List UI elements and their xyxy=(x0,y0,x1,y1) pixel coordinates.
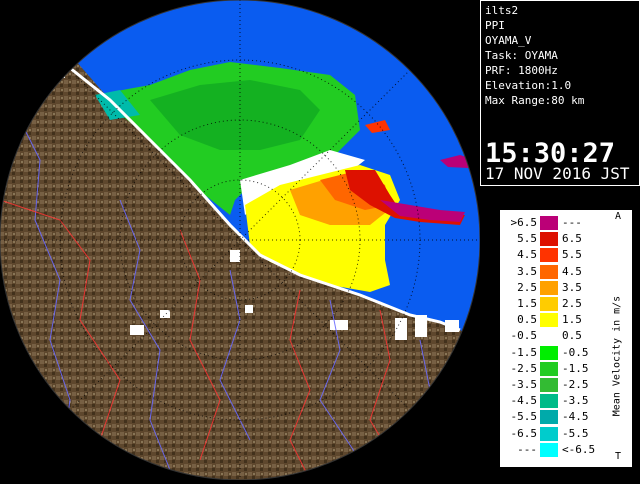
legend-low-value: >6.5 xyxy=(510,216,538,229)
legend-color-swatch xyxy=(540,361,558,376)
legend-color-swatch xyxy=(540,232,558,247)
legend-row: -0.5 0.5 xyxy=(501,328,614,344)
legend-high-value: 5.5 xyxy=(562,248,582,262)
legend-high-value: -1.5 xyxy=(562,361,589,375)
velocity-legend: A Mean Velocity in m/s T >6.5 --- 5.5 6.5 4.… xyxy=(500,210,632,467)
legend-low-value: 3.5 xyxy=(517,264,537,278)
prf-label: PRF: 1800Hz xyxy=(485,64,558,77)
legend-color-swatch xyxy=(540,280,558,295)
legend-low-value: -3.5 xyxy=(510,378,538,391)
legend-color-swatch xyxy=(540,248,558,263)
legend-row: -2.5 -1.5 xyxy=(501,361,614,377)
legend-high-value: <-6.5 xyxy=(562,442,596,456)
legend-color-swatch xyxy=(540,216,558,230)
legend-low-value: -2.5 xyxy=(510,361,538,375)
legend-low-value: 0.5 xyxy=(517,313,537,327)
legend-row: -6.5 -5.5 xyxy=(501,426,614,442)
legend-low-value: -0.5 xyxy=(510,329,538,343)
legend-row: -5.5 -4.5 xyxy=(501,409,614,425)
legend-high-value: -0.5 xyxy=(562,345,589,359)
legend-row: 0.5 1.5 xyxy=(501,312,614,328)
radar-info-box: ilts2 PPI OYAMA_V Task: OYAMA PRF: 1800H… xyxy=(480,0,640,186)
legend-row: -1.5 -0.5 xyxy=(501,345,614,361)
legend-top-mark: A xyxy=(615,211,622,222)
radar-ppi-display xyxy=(0,0,481,481)
legend-low-value: 4.5 xyxy=(517,248,537,262)
legend-color-swatch xyxy=(540,426,558,441)
legend-low-value: -6.5 xyxy=(510,426,538,440)
info-panel: ilts2 PPI OYAMA_V Task: OYAMA PRF: 1800H… xyxy=(480,0,640,480)
legend-high-value: -3.5 xyxy=(562,394,589,408)
product-type: PPI xyxy=(485,19,505,32)
legend-color-swatch xyxy=(540,264,558,279)
legend-row: -4.5 -3.5 xyxy=(501,393,614,409)
site-name: ilts2 xyxy=(485,4,519,17)
legend-high-value: 6.5 xyxy=(562,232,582,246)
legend-high-value: -2.5 xyxy=(562,378,589,391)
legend-row: 5.5 6.5 xyxy=(501,231,614,247)
legend-high-value: 1.5 xyxy=(562,313,582,327)
legend-color-swatch xyxy=(540,313,558,328)
legend-low-value: 2.5 xyxy=(517,280,537,294)
legend-high-value: 4.5 xyxy=(562,264,582,278)
legend-color-swatch xyxy=(540,410,558,425)
legend-color-swatch xyxy=(540,442,558,457)
legend-row: 1.5 2.5 xyxy=(501,296,614,312)
legend-high-value: 2.5 xyxy=(562,297,582,310)
radar-map xyxy=(0,0,481,481)
legend-high-value: 3.5 xyxy=(562,280,582,294)
legend-color-swatch xyxy=(540,329,558,344)
legend-low-value: 1.5 xyxy=(517,297,537,310)
legend-high-value: 0.5 xyxy=(562,329,582,343)
legend-row: >6.5 --- xyxy=(501,215,614,231)
legend-low-value: 5.5 xyxy=(517,232,537,246)
legend-row: --- <-6.5 xyxy=(501,442,614,458)
legend-color-swatch xyxy=(540,378,558,392)
legend-row: 4.5 5.5 xyxy=(501,247,614,263)
legend-low-value: --- xyxy=(517,442,537,456)
product-name: OYAMA_V xyxy=(485,34,532,47)
max-range-label: Max Range:80 km xyxy=(485,94,585,107)
legend-row: -3.5 -2.5 xyxy=(501,377,614,393)
legend-high-value: -5.5 xyxy=(562,426,589,440)
legend-bottom-mark: T xyxy=(615,451,622,462)
legend-row: 3.5 4.5 xyxy=(501,264,614,280)
task-label: Task: OYAMA xyxy=(485,49,558,62)
scan-date: 17 NOV 2016 JST xyxy=(485,164,630,183)
legend-color-swatch xyxy=(540,394,558,409)
legend-low-value: -5.5 xyxy=(510,410,538,424)
legend-high-value: -4.5 xyxy=(562,410,589,424)
legend-low-value: -4.5 xyxy=(510,394,538,408)
legend-low-value: -1.5 xyxy=(510,345,538,359)
legend-row: 2.5 3.5 xyxy=(501,280,614,296)
elevation-label: Elevation:1.0 xyxy=(485,79,572,92)
legend-color-swatch xyxy=(540,297,558,311)
legend-high-value: --- xyxy=(562,216,582,229)
legend-color-swatch xyxy=(540,345,558,360)
